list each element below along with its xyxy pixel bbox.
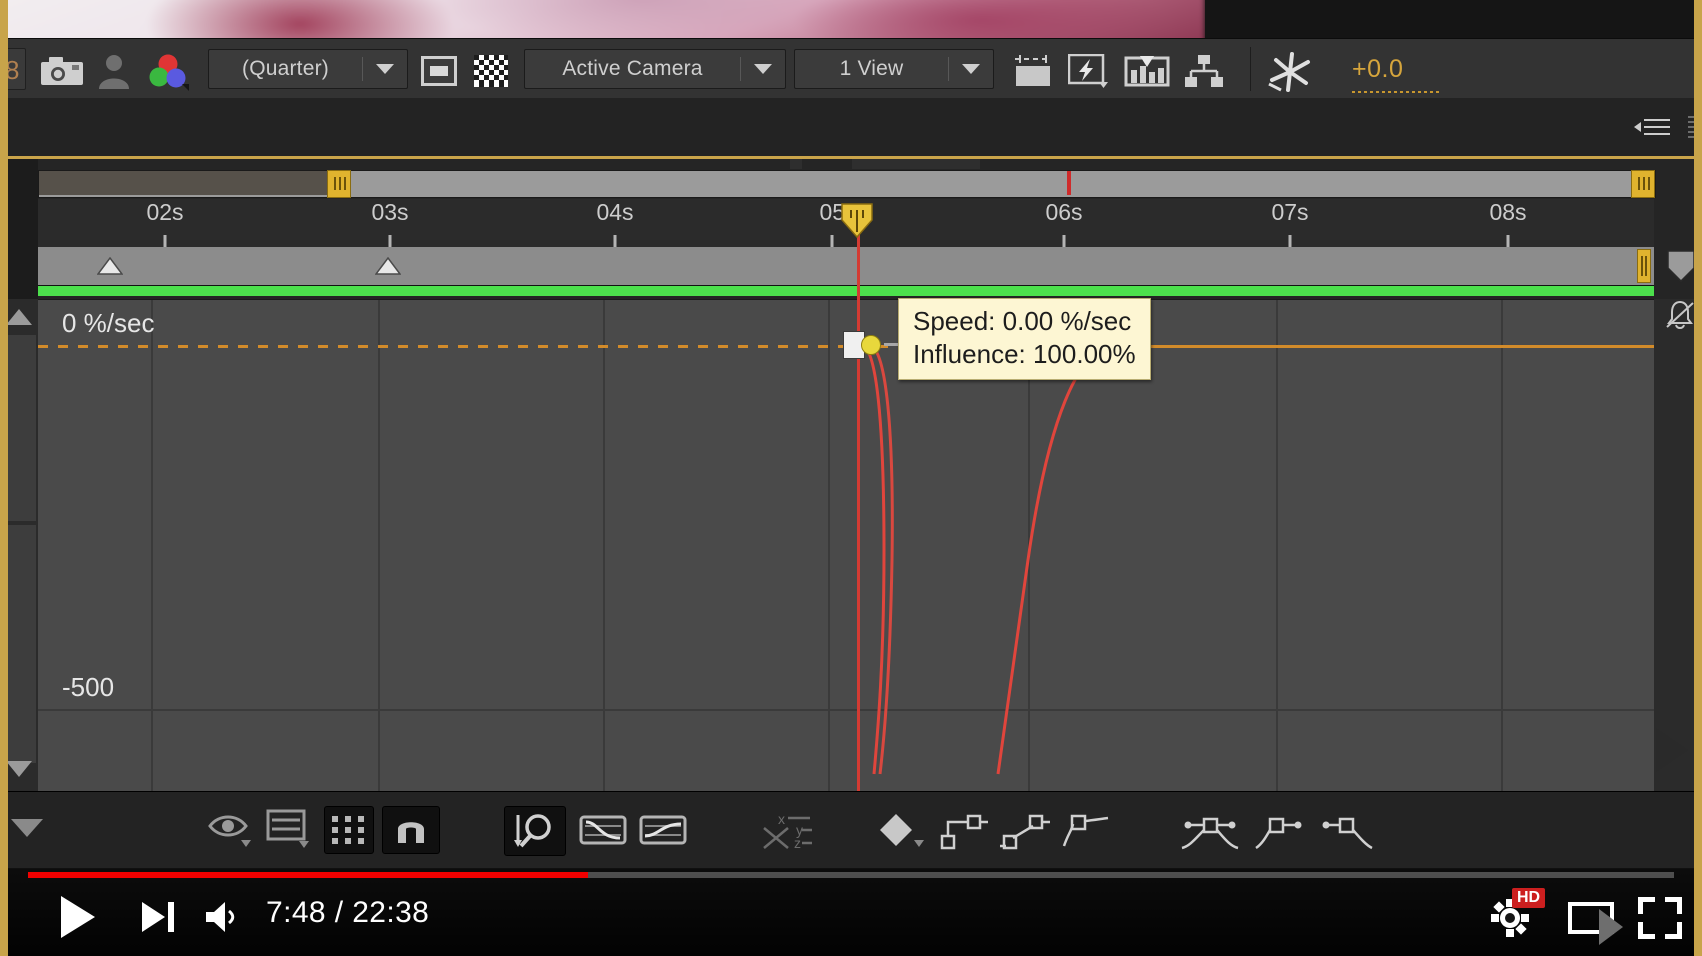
window-border-left <box>0 0 8 956</box>
edit-value-icon[interactable]: x y z <box>756 808 816 854</box>
screenshot-root: 8 (Quarter) Active Camera 1 View +0.0 02… <box>0 0 1702 956</box>
bezier-handle-line[interactable] <box>884 343 898 346</box>
fast-previews-icon[interactable] <box>1068 54 1110 90</box>
chevron-down-icon[interactable] <box>741 64 785 74</box>
speed-curve-graph <box>861 344 1115 775</box>
auto-bezier-icon[interactable] <box>1060 810 1112 852</box>
show-transform-box-icon[interactable] <box>266 808 312 850</box>
exposure-icon[interactable] <box>1268 52 1312 92</box>
graph-type-icon[interactable] <box>208 810 254 850</box>
easy-ease-icon[interactable] <box>1180 810 1240 852</box>
video-player-controls: 7:48 / 22:38 HD <box>0 868 1702 956</box>
video-frame-preview <box>0 0 1702 38</box>
resolution-value: (Quarter) <box>242 57 329 80</box>
ruler-tick-label: 03s <box>371 199 409 225</box>
tooltip-influence-text: Influence: 100.00% <box>913 339 1136 370</box>
ram-preview-gap <box>790 159 802 169</box>
exposure-value-underline <box>1352 91 1440 93</box>
keyframe-diamond-icon[interactable] <box>876 810 928 852</box>
motion-blur-shield-icon[interactable] <box>1664 247 1698 285</box>
ram-preview-gap <box>852 159 980 169</box>
overlay-play-arrow-icon[interactable] <box>1596 908 1626 946</box>
ruler-tick-label: 02s <box>146 199 184 225</box>
camera-dropdown[interactable]: Active Camera <box>524 49 786 89</box>
timeline-panel-header <box>0 98 1702 157</box>
ae-composition-toolbar: 8 (Quarter) Active Camera 1 View +0.0 <box>0 38 1702 100</box>
hold-keyframe-marker[interactable] <box>97 257 123 275</box>
resolution-dropdown[interactable]: (Quarter) <box>208 49 408 89</box>
hd-badge: HD <box>1512 888 1546 909</box>
tooltip-speed-text: Speed: 0.00 %/sec <box>913 306 1132 336</box>
layer-end-handle[interactable] <box>1637 249 1651 283</box>
next-button[interactable] <box>138 896 180 938</box>
snap-icon[interactable] <box>382 806 440 854</box>
blurred-photo-image <box>0 0 1205 38</box>
exposure-value[interactable]: +0.0 <box>1352 55 1403 84</box>
work-area-end-handle[interactable] <box>327 170 351 198</box>
views-dropdown[interactable]: 1 View <box>794 49 994 89</box>
views-value: 1 View <box>839 57 904 80</box>
scroll-up-icon[interactable] <box>6 309 32 325</box>
timeline-icon[interactable] <box>1124 54 1170 88</box>
progress-bar-played <box>28 872 588 878</box>
collapse-arrow-icon[interactable] <box>8 812 46 844</box>
svg-text:z: z <box>794 835 801 851</box>
playhead-line[interactable] <box>857 205 860 791</box>
transparency-grid-icon[interactable] <box>474 55 508 87</box>
ruler-tick-label: 07s <box>1271 199 1309 225</box>
keyframe-tooltip: Speed: 0.00 %/sec Influence: 100.00% <box>898 298 1151 381</box>
fit-all-icon[interactable] <box>636 810 690 850</box>
chevron-down-icon[interactable] <box>363 64 407 74</box>
ruler-tick-label: 08s <box>1489 199 1527 225</box>
ruler-tick-label: 06s <box>1045 199 1083 225</box>
separate-dimensions-icon[interactable] <box>324 806 374 854</box>
speed-graph-editor[interactable]: 0 %/sec -500 <box>38 299 1654 792</box>
playhead-handle[interactable] <box>840 202 874 242</box>
work-area-bar[interactable] <box>38 170 1656 198</box>
progress-bar-track[interactable] <box>28 872 1674 878</box>
svg-text:x: x <box>778 811 785 827</box>
time-display: 7:48 / 22:38 <box>266 896 430 929</box>
volume-button[interactable] <box>202 896 244 938</box>
graph-next-arrow-icon[interactable] <box>1656 728 1688 772</box>
comp-flowchart-icon[interactable] <box>1182 54 1226 88</box>
guides-icon[interactable] <box>1012 54 1054 88</box>
panel-menu-icon[interactable] <box>1634 115 1674 139</box>
play-button[interactable] <box>56 894 100 940</box>
window-border-right <box>1694 0 1702 956</box>
graph-editor-toolbar: x y z <box>0 791 1702 869</box>
snapshot-icon[interactable] <box>38 55 86 87</box>
scroll-down-icon[interactable] <box>6 761 32 777</box>
easy-ease-in-icon[interactable] <box>1254 810 1312 852</box>
hold-keyframe-marker[interactable] <box>375 257 401 275</box>
hold-keyframe-icon[interactable] <box>938 810 990 852</box>
work-area-far-handle[interactable] <box>1631 170 1655 198</box>
fit-selection-icon[interactable] <box>576 810 630 850</box>
auto-zoom-icon[interactable] <box>504 806 566 856</box>
graph-overlay-icon[interactable] <box>1664 300 1698 332</box>
video-letterbox-right <box>1205 0 1702 38</box>
camera-value: Active Camera <box>562 57 703 80</box>
bezier-handle-knob[interactable] <box>861 335 881 355</box>
ram-preview-bar <box>38 286 1654 296</box>
linear-keyframe-icon[interactable] <box>1000 810 1052 852</box>
fullscreen-button[interactable] <box>1636 896 1684 940</box>
work-area-span[interactable] <box>39 171 334 195</box>
chevron-down-icon[interactable] <box>949 64 993 74</box>
ruler-tick-label: 04s <box>596 199 634 225</box>
region-of-interest-icon[interactable] <box>420 55 458 87</box>
show-snapshot-icon[interactable] <box>96 53 132 89</box>
easy-ease-out-icon[interactable] <box>1318 810 1376 852</box>
layer-duration-bar[interactable] <box>38 247 1654 287</box>
channels-icon[interactable] <box>145 53 193 91</box>
comp-marker[interactable] <box>1067 171 1071 195</box>
